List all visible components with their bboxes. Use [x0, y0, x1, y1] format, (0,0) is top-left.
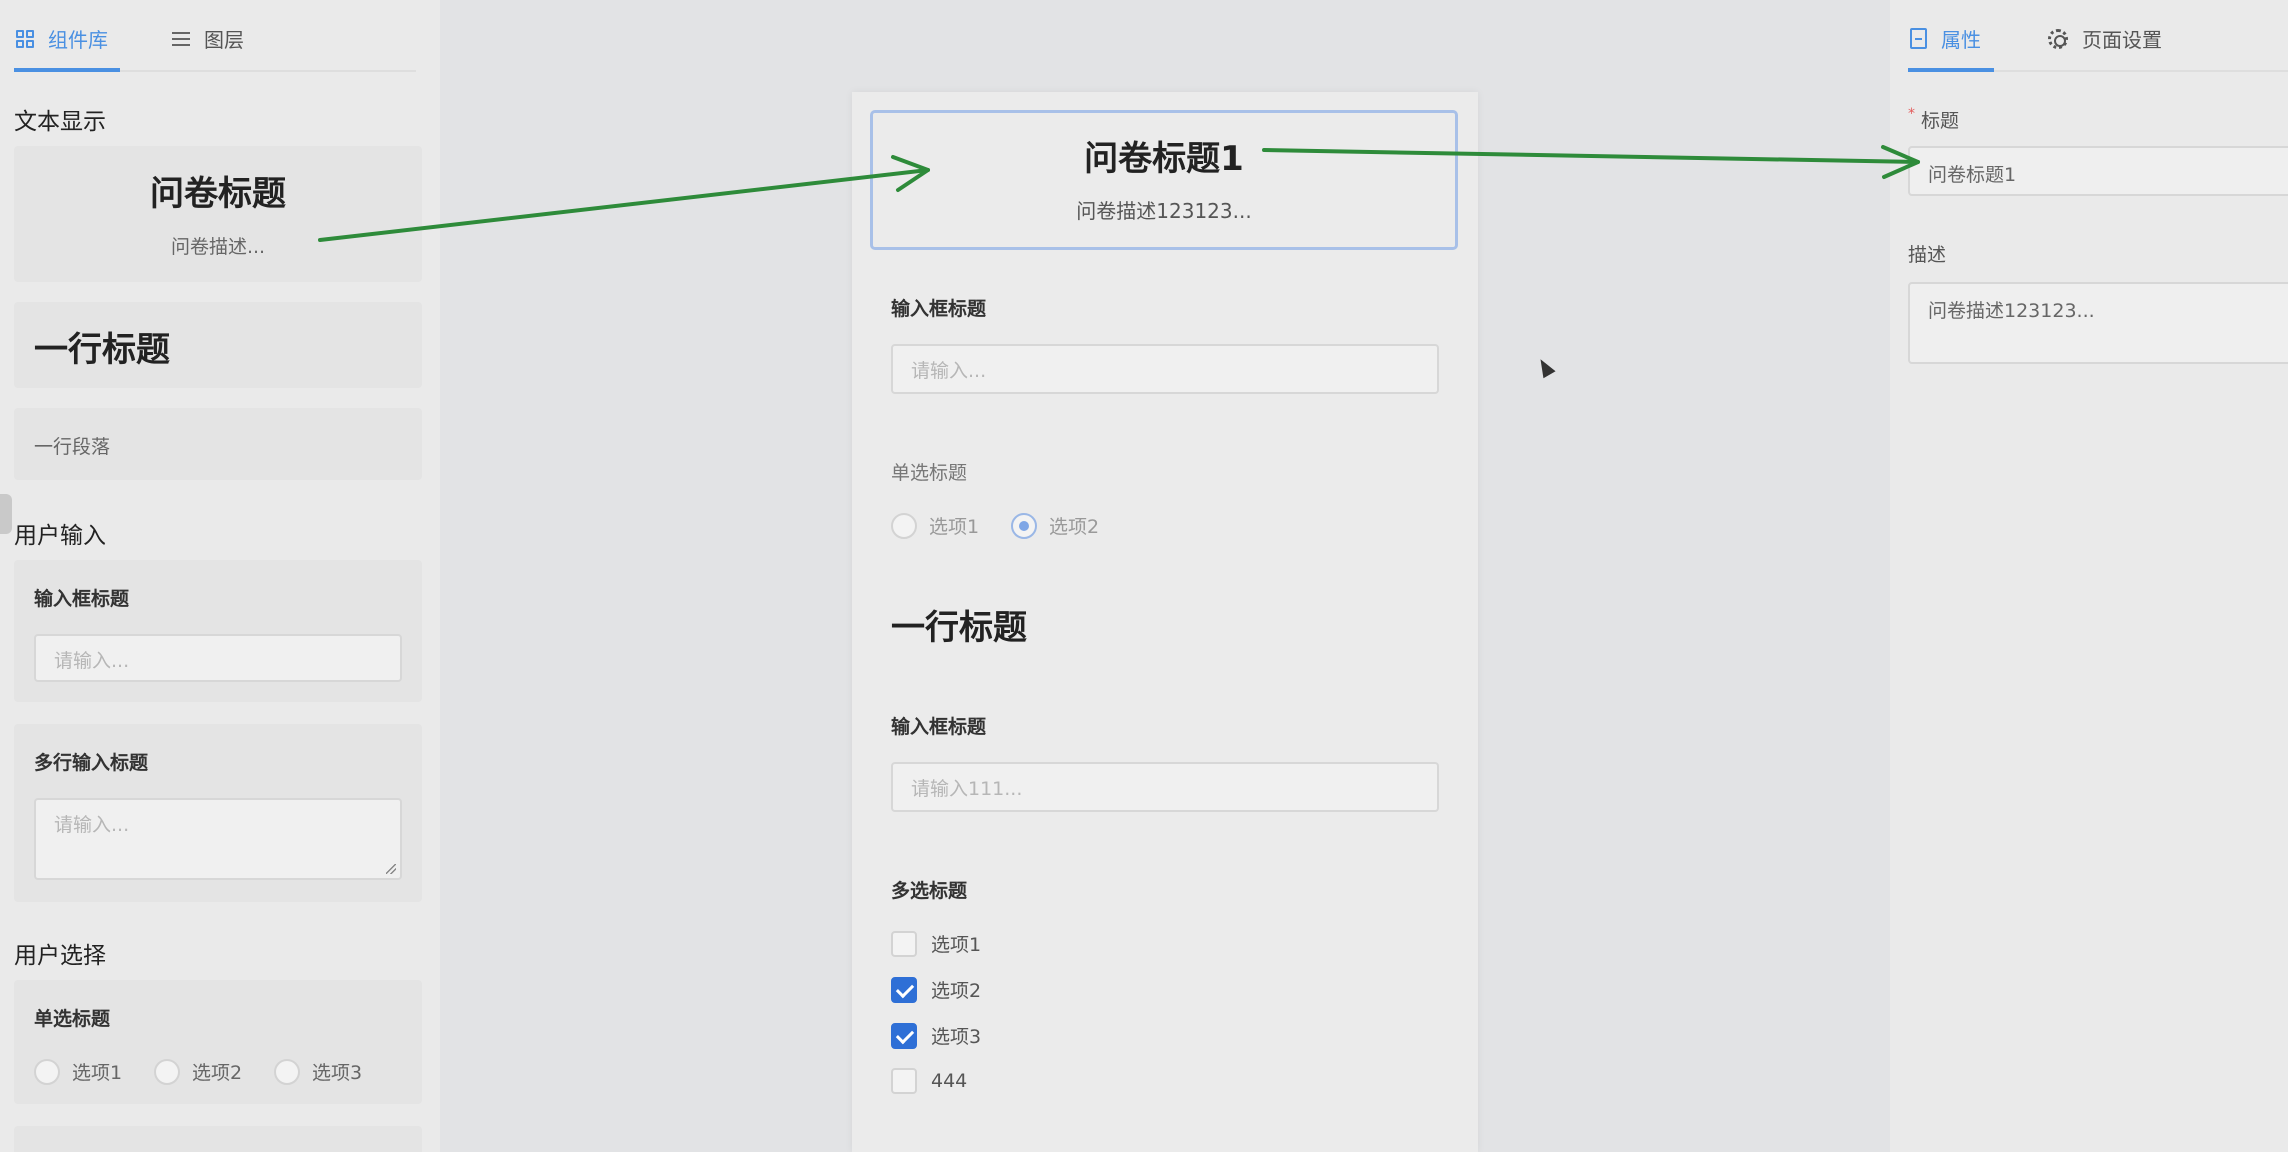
selected-title-block[interactable]: 问卷标题1 问卷描述123123...	[870, 110, 1458, 250]
title-input[interactable]: 问卷标题1	[1908, 146, 2288, 196]
checkbox-option-label: 444	[931, 1070, 968, 1092]
checkbox-unchecked-icon	[891, 1068, 917, 1094]
right-tabs: 属性 页面设置	[1908, 0, 2288, 72]
radio-option-label: 选项1	[72, 1062, 123, 1084]
title-component-card[interactable]: 问卷标题 问卷描述...	[14, 146, 422, 282]
radio-option-label: 选项2	[192, 1062, 243, 1084]
file-properties-icon	[1910, 28, 1927, 49]
radio-circle-icon	[274, 1058, 300, 1085]
required-mark: *	[1908, 106, 1915, 122]
canvas-checkbox-label: 多选标题	[891, 880, 968, 902]
title-label-text: 标题	[1921, 110, 1960, 132]
radio-option: 选项2	[154, 1058, 242, 1085]
canvas-input2-field[interactable]: 请输入111...	[891, 762, 1439, 812]
textarea-component-card[interactable]: 多行输入标题 请输入...	[14, 724, 422, 902]
canvas-radio-option-selected[interactable]: 选项2	[1011, 512, 1099, 539]
layers-list-icon	[172, 31, 190, 46]
tab-label: 属性	[1941, 28, 1981, 52]
left-tabs: 组件库 图层	[14, 0, 416, 72]
tab-label: 组件库	[48, 28, 108, 52]
desc-textarea[interactable]: 问卷描述123123...	[1908, 282, 2288, 364]
checkbox-checked-icon	[891, 1022, 917, 1049]
tab-label: 图层	[204, 28, 244, 52]
canvas-checkbox-option[interactable]: 选项1	[891, 930, 981, 957]
canvas-input2-label: 输入框标题	[891, 716, 987, 738]
gear-icon	[2048, 28, 2068, 49]
tab-component-library[interactable]: 组件库	[16, 24, 108, 53]
canvas-checkbox-option[interactable]: 选项2	[891, 976, 981, 1003]
tab-properties[interactable]: 属性	[1910, 24, 1981, 53]
checkbox-unchecked-icon	[891, 930, 917, 957]
canvas-input-field[interactable]: 请输入...	[891, 344, 1439, 394]
properties-panel: 属性 页面设置 * 标题 问卷标题1 描述 问卷描述123123...	[1890, 0, 2288, 1152]
heading-preview: 一行标题	[34, 330, 170, 370]
checkbox-option-label: 选项2	[931, 980, 982, 1002]
section-title-user-select: 用户选择	[14, 943, 106, 969]
section-title-user-input: 用户输入	[14, 523, 106, 549]
canvas-radio-option[interactable]: 选项1	[891, 512, 979, 539]
radio-component-card[interactable]: 单选标题 选项1 选项2 选项3	[14, 980, 422, 1104]
canvas-heading[interactable]: 一行标题	[891, 600, 1027, 649]
canvas-input-label: 输入框标题	[891, 298, 987, 320]
checkbox-option-label: 选项3	[931, 1026, 982, 1048]
textarea-placeholder: 请输入...	[54, 814, 130, 836]
input-component-preview-field: 请输入...	[34, 634, 402, 682]
active-tab-indicator	[14, 68, 120, 72]
radio-circle-icon	[34, 1058, 60, 1085]
paragraph-component-card[interactable]: 一行段落	[14, 408, 422, 480]
component-grid-icon	[16, 29, 34, 48]
editor-canvas: 问卷标题1 问卷描述123123... 输入框标题 请输入... 单选标题 选项…	[852, 92, 1478, 1152]
component-desc-preview: 问卷描述...	[170, 236, 266, 258]
section-title-text-display: 文本显示	[14, 109, 106, 135]
tab-label: 页面设置	[2082, 28, 2162, 52]
input-component-card[interactable]: 输入框标题 请输入...	[14, 560, 422, 702]
desc-field-label: 描述	[1908, 244, 1947, 266]
active-tab-indicator	[1908, 68, 1994, 72]
radio-circle-icon	[891, 512, 917, 539]
radio-option: 选项3	[274, 1058, 362, 1085]
radio-option-label: 选项3	[312, 1062, 363, 1084]
component-title-preview: 问卷标题	[150, 174, 286, 214]
title-field-label: * 标题	[1908, 106, 1959, 133]
radio-option-label: 选项2	[1049, 516, 1100, 538]
radio-component-label: 单选标题	[34, 1008, 111, 1030]
resize-grip-icon	[386, 864, 396, 874]
canvas-radio-label: 单选标题	[891, 462, 968, 484]
radio-circle-icon	[154, 1058, 180, 1085]
checkbox-option-label: 选项1	[931, 934, 982, 956]
radio-option-label: 选项1	[929, 516, 980, 538]
input-component-label: 输入框标题	[34, 588, 130, 610]
textarea-component-preview-field: 请输入...	[34, 798, 402, 880]
heading-component-card[interactable]: 一行标题	[14, 302, 422, 388]
canvas-checkbox-option[interactable]: 选项3	[891, 1022, 981, 1049]
tab-page-settings[interactable]: 页面设置	[2048, 24, 2162, 53]
collapse-handle[interactable]	[0, 494, 12, 534]
radio-option: 选项1	[34, 1058, 122, 1085]
mouse-cursor-icon	[1534, 355, 1556, 379]
textarea-component-label: 多行输入标题	[34, 752, 149, 774]
component-library-panel: 组件库 图层 文本显示 问卷标题 问卷描述... 一行标题 一行段落 用户输入 …	[0, 0, 440, 1152]
checkbox-checked-icon	[891, 976, 917, 1003]
radio-checked-icon	[1011, 512, 1037, 539]
canvas-survey-title: 问卷标题1	[1084, 139, 1244, 179]
canvas-checkbox-option[interactable]: 444	[891, 1068, 967, 1094]
canvas-survey-desc: 问卷描述123123...	[1076, 199, 1252, 223]
next-component-card[interactable]	[14, 1126, 422, 1152]
tab-layers[interactable]: 图层	[172, 24, 244, 53]
paragraph-preview: 一行段落	[34, 436, 111, 458]
